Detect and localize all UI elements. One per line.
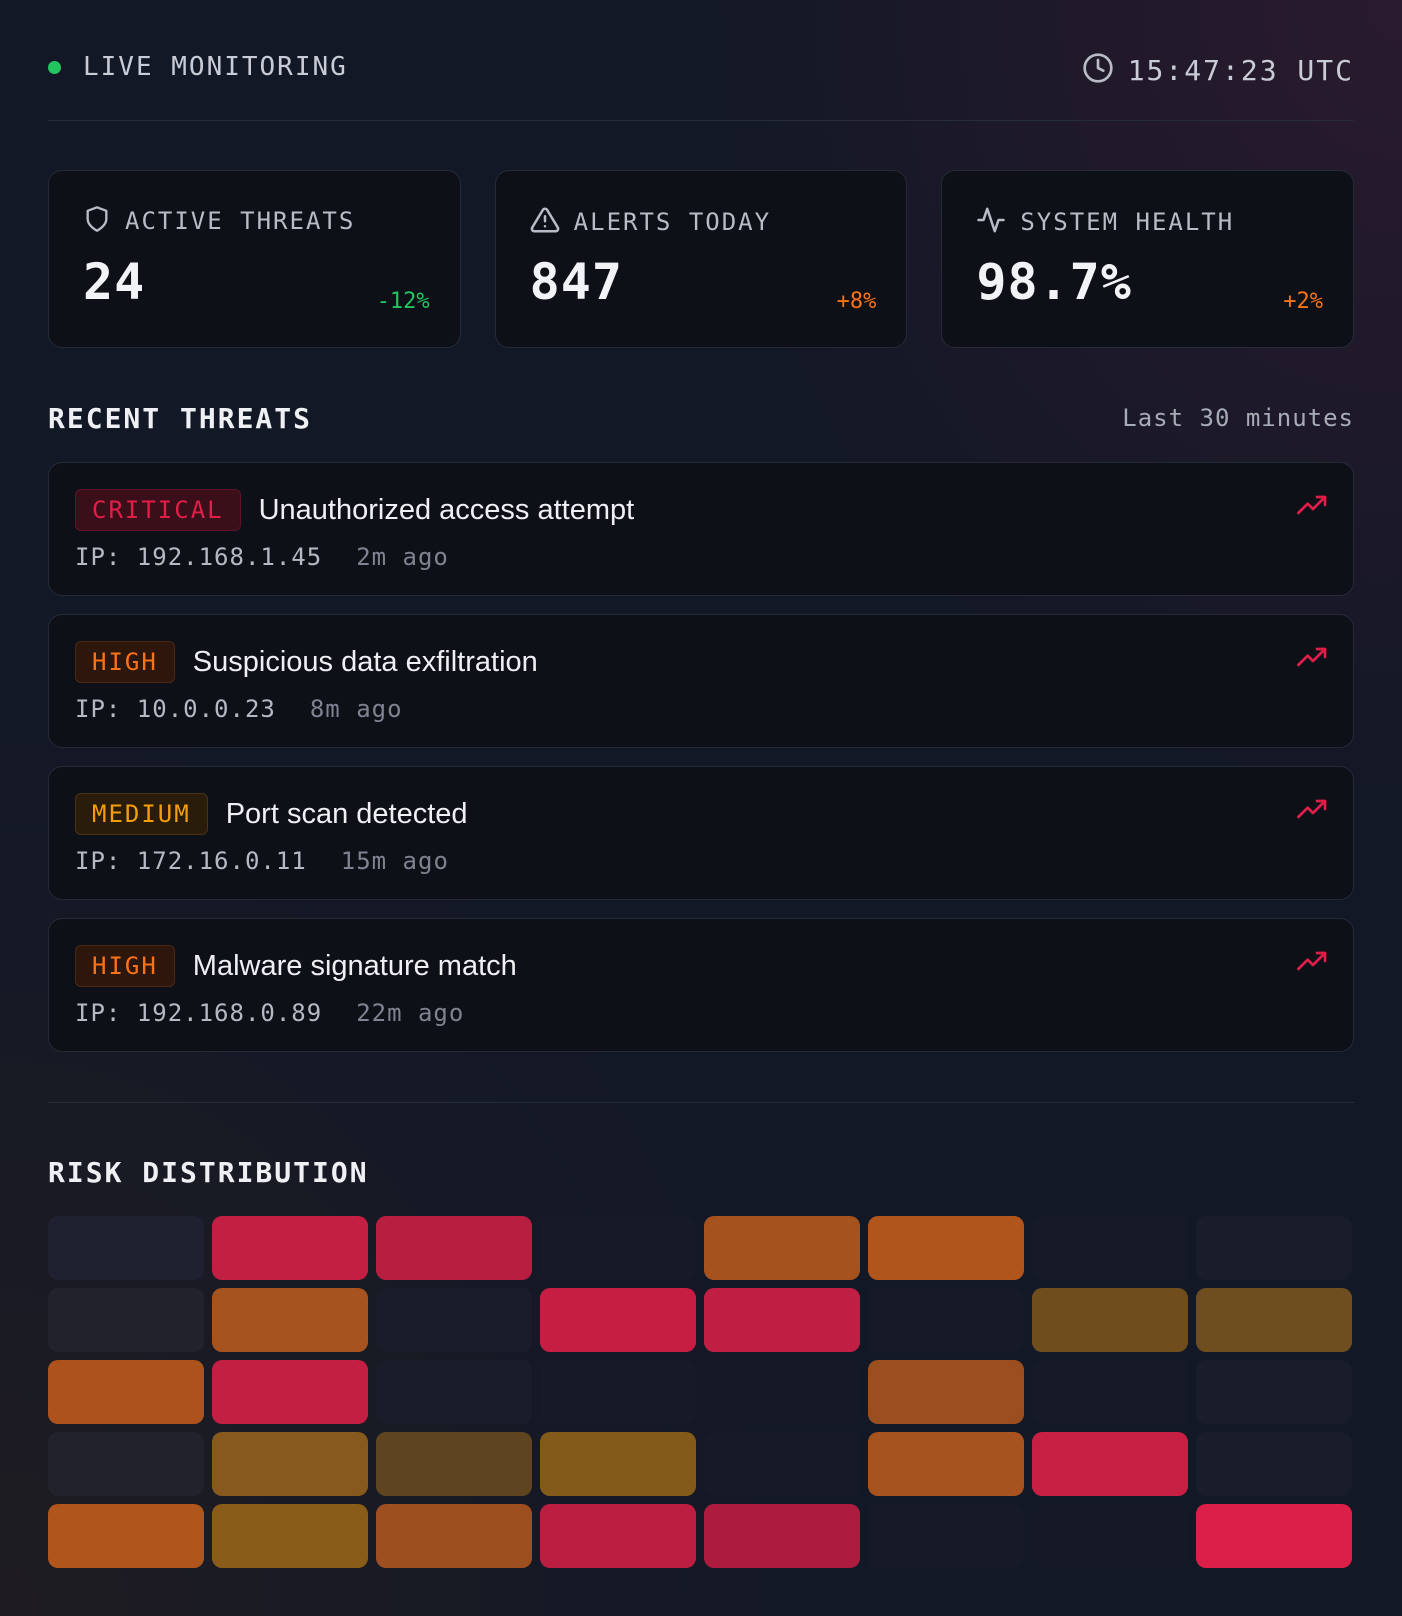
heatmap-cell[interactable]	[868, 1504, 1024, 1568]
threat-ip: IP: 10.0.0.23	[75, 695, 276, 723]
heatmap-cell[interactable]	[376, 1288, 532, 1352]
threat-time-ago: 15m ago	[340, 847, 449, 875]
severity-badge: MEDIUM	[75, 793, 208, 835]
heatmap-cell[interactable]	[48, 1216, 204, 1280]
heatmap-cell[interactable]	[1196, 1360, 1352, 1424]
heatmap-cell[interactable]	[48, 1360, 204, 1424]
heatmap-cell[interactable]	[1196, 1432, 1352, 1496]
heatmap-cell[interactable]	[376, 1432, 532, 1496]
threat-title: Suspicious data exfiltration	[192, 645, 538, 678]
risk-distribution-title: RISK DISTRIBUTION	[48, 1156, 369, 1189]
threat-ip: IP: 172.16.0.11	[75, 847, 307, 875]
trending-up-icon	[1297, 493, 1329, 521]
live-status: LIVE MONITORING	[48, 52, 348, 82]
threat-item[interactable]: HIGH Malware signature match IP: 192.168…	[48, 918, 1354, 1052]
heatmap-cell[interactable]	[212, 1504, 368, 1568]
threat-time-ago: 2m ago	[356, 543, 449, 571]
heatmap-cell[interactable]	[212, 1432, 368, 1496]
heatmap-cell[interactable]	[704, 1504, 860, 1568]
stat-label: ALERTS TODAY	[573, 208, 772, 236]
heatmap-cell[interactable]	[1032, 1216, 1188, 1280]
threat-item[interactable]: MEDIUM Port scan detected IP: 172.16.0.1…	[48, 766, 1354, 900]
heatmap-cell[interactable]	[376, 1216, 532, 1280]
stat-value: 847	[529, 253, 623, 311]
threat-ip: IP: 192.168.1.45	[75, 543, 323, 571]
heatmap-cell[interactable]	[1032, 1432, 1188, 1496]
heatmap-cell[interactable]	[1032, 1288, 1188, 1352]
trending-up-icon	[1297, 797, 1329, 825]
shield-icon	[83, 205, 111, 237]
heatmap-cell[interactable]	[540, 1288, 696, 1352]
threat-item[interactable]: CRITICAL Unauthorized access attempt IP:…	[48, 462, 1354, 596]
stat-value: 24	[83, 253, 146, 311]
threat-item[interactable]: HIGH Suspicious data exfiltration IP: 10…	[48, 614, 1354, 748]
heatmap-cell[interactable]	[48, 1432, 204, 1496]
heatmap-cell[interactable]	[540, 1504, 696, 1568]
heatmap-cell[interactable]	[212, 1288, 368, 1352]
heatmap-cell[interactable]	[376, 1360, 532, 1424]
heatmap-cell[interactable]	[704, 1360, 860, 1424]
heatmap-cell[interactable]	[1196, 1288, 1352, 1352]
stat-label: ACTIVE THREATS	[125, 207, 356, 235]
heatmap-cell[interactable]	[1196, 1216, 1352, 1280]
severity-badge: HIGH	[75, 945, 175, 987]
stat-card-active-threats[interactable]: ACTIVE THREATS 24 -12%	[48, 170, 461, 348]
heatmap-cell[interactable]	[376, 1504, 532, 1568]
stat-delta: +2%	[1283, 289, 1324, 314]
threat-title: Port scan detected	[225, 797, 468, 830]
threat-title: Unauthorized access attempt	[258, 493, 635, 526]
heatmap-cell[interactable]	[540, 1432, 696, 1496]
heatmap-cell[interactable]	[704, 1216, 860, 1280]
stat-label: SYSTEM HEALTH	[1020, 208, 1235, 236]
trending-up-icon	[1297, 949, 1329, 977]
heatmap-cell[interactable]	[540, 1360, 696, 1424]
stat-card-system-health[interactable]: SYSTEM HEALTH 98.7% +2%	[941, 170, 1355, 348]
section-divider	[48, 1102, 1354, 1103]
heatmap-cell[interactable]	[48, 1504, 204, 1568]
clock-icon	[1082, 52, 1114, 88]
severity-badge: HIGH	[75, 641, 175, 683]
heatmap-cell[interactable]	[48, 1288, 204, 1352]
threat-time-ago: 22m ago	[356, 999, 465, 1027]
stat-cards: ACTIVE THREATS 24 -12% ALERTS TODAY 847 …	[48, 170, 1355, 348]
stat-delta: +8%	[836, 289, 877, 314]
heatmap-cell[interactable]	[540, 1216, 696, 1280]
clock-time: 15:47:23 UTC	[1127, 53, 1354, 87]
clock: 15:47:23 UTC	[1082, 52, 1354, 88]
heatmap-cell[interactable]	[868, 1360, 1024, 1424]
heatmap-cell[interactable]	[868, 1288, 1024, 1352]
recent-threats-title: RECENT THREATS	[48, 402, 313, 435]
alert-triangle-icon	[530, 205, 560, 239]
live-indicator-dot	[48, 60, 61, 74]
threat-ip: IP: 192.168.0.89	[75, 999, 323, 1027]
heatmap-cell[interactable]	[1196, 1504, 1352, 1568]
activity-icon	[976, 205, 1006, 239]
heatmap-cell[interactable]	[704, 1432, 860, 1496]
trending-up-icon	[1297, 645, 1329, 673]
heatmap-cell[interactable]	[212, 1360, 368, 1424]
risk-distribution-heatmap	[48, 1216, 1354, 1568]
stat-card-alerts-today[interactable]: ALERTS TODAY 847 +8%	[494, 170, 908, 348]
threat-time-ago: 8m ago	[309, 695, 403, 723]
stat-delta: -12%	[376, 289, 430, 314]
severity-badge: CRITICAL	[75, 489, 241, 531]
top-bar: LIVE MONITORING 15:47:23 UTC	[48, 40, 1354, 121]
heatmap-cell[interactable]	[1032, 1504, 1188, 1568]
stat-value: 98.7%	[976, 253, 1132, 311]
live-status-label: LIVE MONITORING	[83, 52, 348, 82]
recent-threats-timeframe: Last 30 minutes	[1122, 404, 1354, 432]
heatmap-cell[interactable]	[1032, 1360, 1188, 1424]
heatmap-cell[interactable]	[868, 1432, 1024, 1496]
threat-title: Malware signature match	[192, 949, 517, 982]
heatmap-cell[interactable]	[212, 1216, 368, 1280]
heatmap-cell[interactable]	[704, 1288, 860, 1352]
heatmap-cell[interactable]	[868, 1216, 1024, 1280]
threat-dashboard: LIVE MONITORING 15:47:23 UTC ACTIVE THRE…	[0, 0, 1402, 1616]
